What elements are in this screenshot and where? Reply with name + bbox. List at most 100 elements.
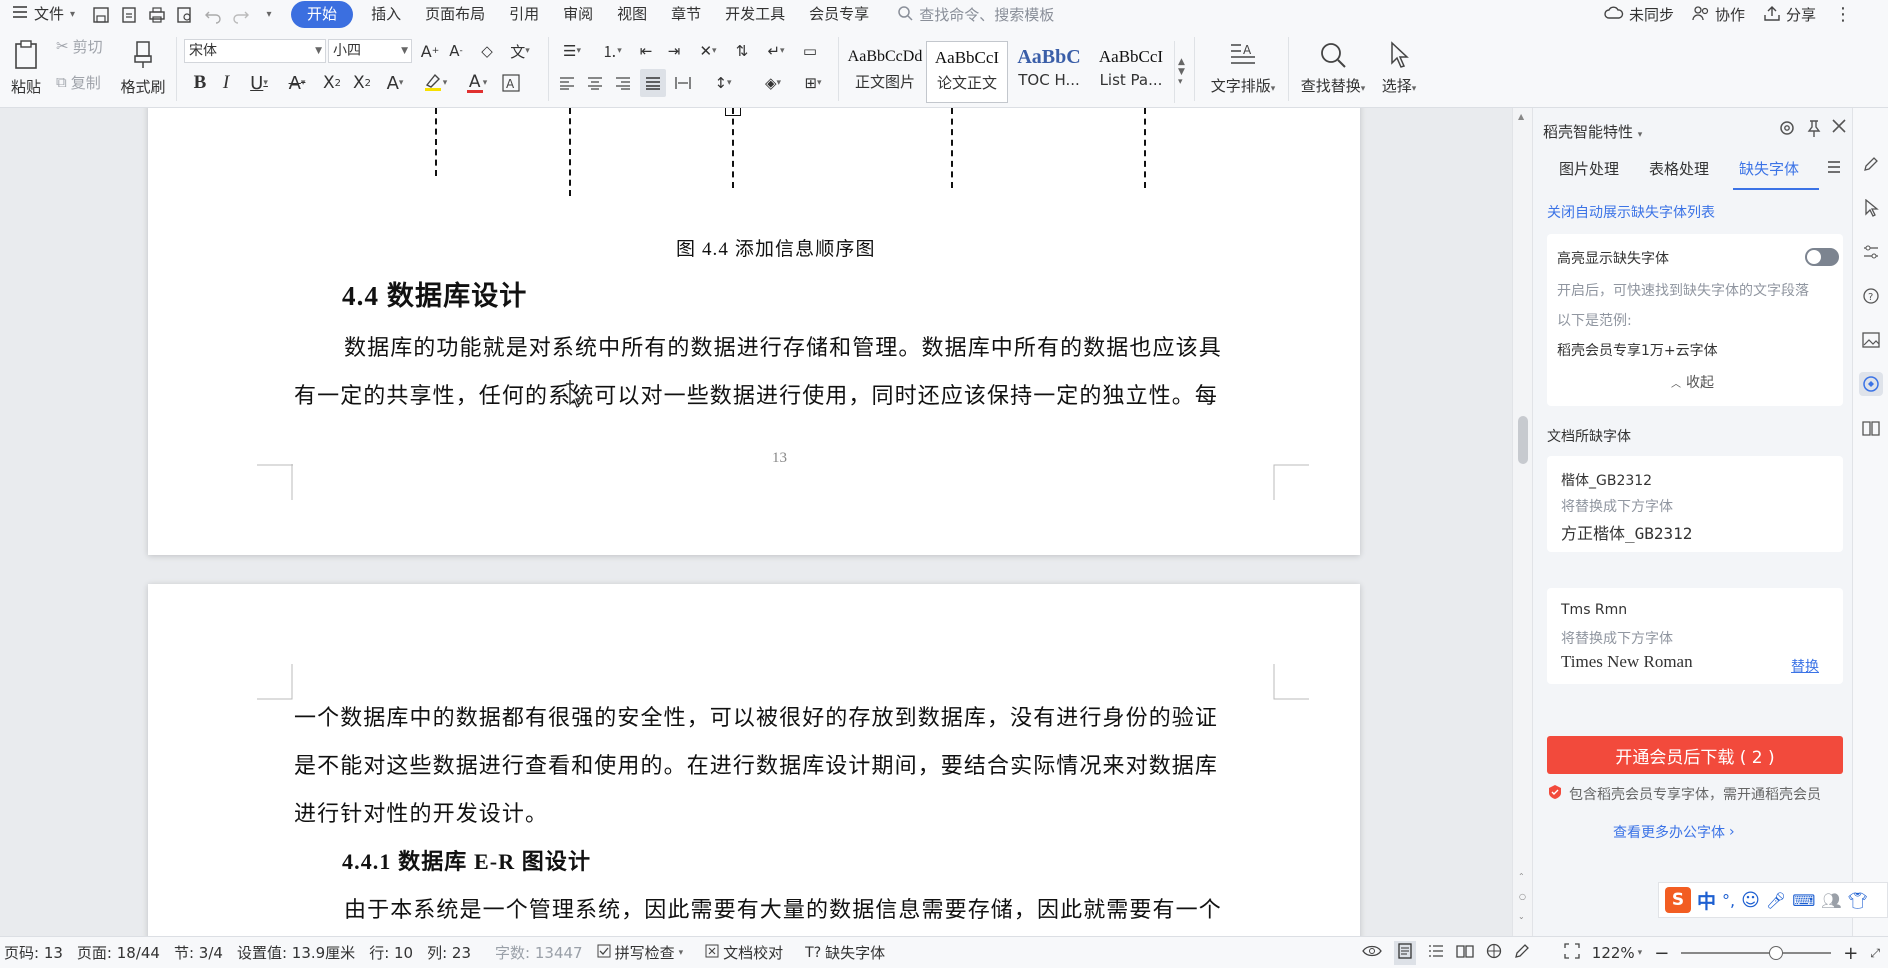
style-item[interactable]: AaBbC TOC H... [1008, 41, 1090, 103]
more-options-icon[interactable]: ⋮ [1834, 4, 1852, 25]
scroll-up-icon[interactable]: ▲ [1518, 112, 1524, 121]
tab-insert[interactable]: 插入 [359, 1, 413, 28]
missing-font-status-button[interactable]: T? 缺失字体 [798, 942, 892, 963]
adjust-icon[interactable] [1859, 240, 1883, 264]
copy-button[interactable]: ⧉ 复制 [56, 71, 101, 93]
keyboard-icon[interactable]: ⌨ [1792, 891, 1815, 910]
skin-icon[interactable]: 👕︎ [1848, 891, 1868, 910]
pin-icon[interactable] [1805, 118, 1823, 142]
book-icon[interactable] [1859, 416, 1883, 440]
select-button[interactable]: 选择▾ [1374, 35, 1424, 101]
microphone-icon[interactable]: 🎤︎ [1766, 891, 1786, 910]
chinese-layout-button[interactable]: ✕ ▾ [692, 39, 724, 63]
more-fonts-link[interactable]: 查看更多办公字体 › [1613, 822, 1735, 842]
status-page[interactable]: 页面: 18/44 [70, 942, 167, 963]
ime-toolbar[interactable]: S 中 °, ☺ 🎤︎ ⌨ 👥︎ 👕︎ [1658, 882, 1888, 918]
outline-view-icon[interactable] [1428, 944, 1444, 962]
char-border-button[interactable]: A [500, 71, 522, 95]
settings-gear-icon[interactable] [1777, 118, 1797, 142]
distribute-button[interactable] [672, 71, 694, 95]
document-page[interactable]: 图 4.4 添加信息顺序图 4.4 数据库设计 数据库的功能就是对系统中所有的数… [148, 108, 1360, 555]
align-right-button[interactable] [612, 71, 634, 95]
paste-button[interactable]: 粘贴 [6, 35, 46, 101]
save-icon[interactable] [90, 4, 112, 26]
tab-page-layout[interactable]: 页面布局 [413, 1, 497, 28]
strikethrough-button[interactable]: A ▾ [282, 71, 312, 95]
next-page-icon[interactable]: ⌄ [1518, 912, 1525, 921]
underline-button[interactable]: U ▾ [244, 71, 274, 95]
tab-view[interactable]: 视图 [605, 1, 659, 28]
sort-button[interactable]: ⇅ [730, 39, 754, 63]
format-painter-button[interactable]: 格式刷 [118, 35, 168, 101]
style-item[interactable]: AaBbCcDd 正文图片 [844, 41, 926, 103]
font-size-select[interactable]: 小四 ▼ [328, 39, 412, 63]
grow-font-icon[interactable]: A + [420, 39, 440, 63]
reading-view-icon[interactable] [1456, 944, 1474, 962]
spell-check-button[interactable]: 拼写检查 ▾ [590, 942, 691, 963]
zoom-level[interactable]: 122% ▾ [1592, 944, 1642, 962]
export-pdf-icon[interactable] [118, 4, 140, 26]
member-download-button[interactable]: 开通会员后下载 ( 2 ) [1547, 736, 1843, 774]
highlight-color-button[interactable]: ▾ [418, 71, 452, 95]
justify-button[interactable] [640, 69, 666, 97]
close-auto-show-link[interactable]: 关闭自动展示缺失字体列表 [1547, 202, 1715, 222]
replace-link[interactable]: 替换 [1791, 656, 1819, 676]
page-view-icon[interactable] [1393, 941, 1416, 965]
shading-button[interactable]: ◈ ▾ [756, 71, 790, 95]
panel-title[interactable]: 稻壳智能特性 ▾ [1543, 121, 1642, 142]
tab-table-processing[interactable]: 表格处理 [1649, 158, 1709, 179]
select-browse-icon[interactable]: ○ [1519, 892, 1526, 901]
align-center-button[interactable] [584, 71, 606, 95]
tab-developer[interactable]: 开发工具 [713, 1, 797, 28]
increase-indent-button[interactable]: ⇥ [662, 39, 686, 63]
collab-button[interactable]: 协作 [1692, 4, 1745, 25]
tab-references[interactable]: 引用 [497, 1, 551, 28]
status-row[interactable]: 行: 10 [362, 942, 420, 963]
print-icon[interactable] [146, 4, 168, 26]
zoom-slider-knob[interactable] [1769, 946, 1784, 960]
tab-missing-fonts[interactable]: 缺失字体 [1739, 158, 1799, 179]
tab-member[interactable]: 会员专享 [797, 1, 881, 28]
bullets-button[interactable]: ☰ ▾ [556, 39, 588, 63]
font-color-button[interactable]: A ▾ [460, 71, 494, 95]
tab-review[interactable]: 审阅 [551, 1, 605, 28]
punctuation-icon[interactable]: °, [1722, 891, 1735, 910]
zoom-in-icon[interactable]: + [1843, 943, 1858, 964]
prev-page-icon[interactable]: ⌃ [1518, 872, 1525, 881]
fit-page-icon[interactable] [1564, 943, 1580, 963]
decrease-indent-button[interactable]: ⇤ [634, 39, 658, 63]
superscript-button[interactable]: X2 [320, 71, 344, 95]
vertical-scrollbar[interactable]: ▲ ⌃ ○ ⌄ [1512, 108, 1532, 936]
pen-icon[interactable] [1859, 152, 1883, 176]
cut-button[interactable]: ✂ 剪切 [56, 35, 103, 57]
collapse-button[interactable]: ︿ 收起 [1671, 372, 1714, 392]
style-item[interactable]: AaBbCcI List Pa... [1090, 41, 1172, 103]
share-button[interactable]: 分享 [1763, 4, 1816, 25]
find-replace-button[interactable]: 查找替换▾ [1296, 35, 1370, 101]
command-search[interactable]: 查找命令、搜索模板 [897, 4, 1054, 25]
subscript-button[interactable]: X2 [350, 71, 374, 95]
status-word-count[interactable]: 字数: 13447 [488, 942, 590, 963]
docer-smart-icon[interactable] [1859, 372, 1883, 396]
borders-button[interactable]: ⊞ ▾ [796, 71, 830, 95]
line-spacing-button[interactable]: ↕ ▾ [706, 71, 740, 95]
status-setting[interactable]: 设置值: 13.9厘米 [230, 942, 362, 963]
bold-button[interactable]: B [190, 71, 210, 95]
ime-language[interactable]: 中 [1697, 887, 1716, 914]
font-name-select[interactable]: 宋体 ▼ [184, 39, 326, 63]
status-section[interactable]: 节: 3/4 [167, 942, 230, 963]
text-layout-button[interactable]: A 文字排版▾ [1204, 35, 1282, 101]
file-menu[interactable]: 文件 ▾ [0, 1, 87, 28]
redo-icon[interactable] [230, 4, 252, 26]
menu-list-icon[interactable] [1827, 160, 1841, 178]
emoji-icon[interactable]: ☺ [1741, 890, 1760, 911]
sync-status[interactable]: 未同步 [1604, 4, 1674, 25]
pointer-icon[interactable] [1859, 196, 1883, 220]
status-col[interactable]: 列: 23 [420, 942, 478, 963]
undo-icon[interactable] [202, 4, 224, 26]
zoom-out-icon[interactable]: − [1654, 943, 1669, 964]
tab-image-processing[interactable]: 图片处理 [1559, 158, 1619, 179]
style-item-selected[interactable]: AaBbCcI 论文正文 [926, 41, 1008, 103]
phonetic-guide-icon[interactable]: 文 ▾ [504, 39, 536, 63]
numbering-button[interactable]: ⒈ ▾ [596, 39, 628, 63]
